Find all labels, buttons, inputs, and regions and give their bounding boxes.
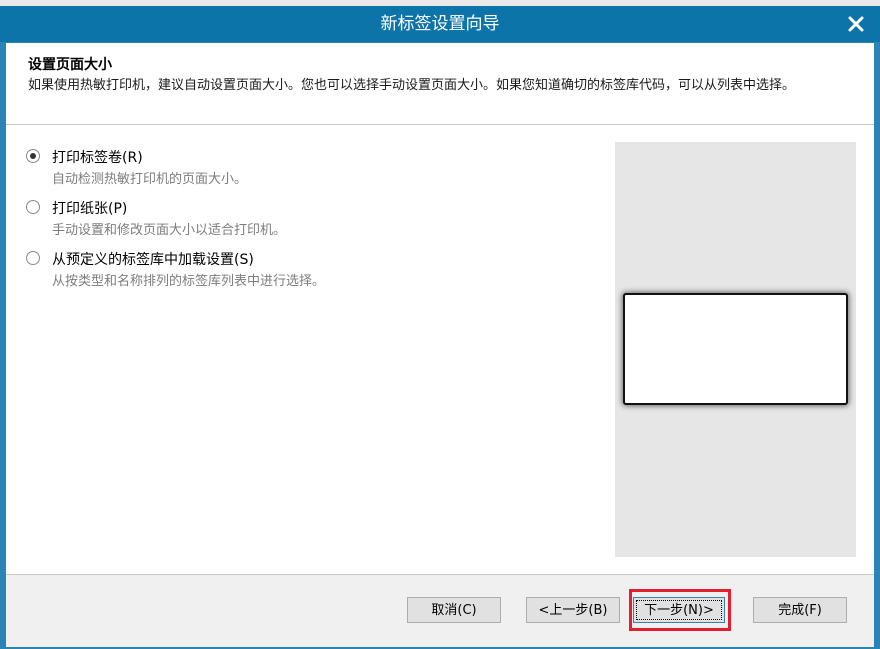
radio-print-paper[interactable] [26,200,40,214]
page-title: 设置页面大小 [28,57,112,73]
back-button[interactable]: <上一步(B) [526,597,620,623]
wizard-window: 新标签设置向导 设置页面大小 如果使用热敏打印机，建议自动设置页面大小。您也可以… [0,0,880,649]
title-bar[interactable]: 新标签设置向导 [0,6,880,42]
wizard-footer: 取消(C) <上一步(B) 下一步(N)> 完成(F) [6,575,874,647]
option-description: 自动检测热敏打印机的页面大小。 [52,172,248,187]
finish-button[interactable]: 完成(F) [753,597,847,623]
option-label: 从预定义的标签库中加载设置(S) [52,252,254,268]
dialog-title: 新标签设置向导 [380,14,500,34]
next-button-label: 下一步(N)> [644,603,714,618]
next-button[interactable]: 下一步(N)> [633,597,725,623]
radio-load-from-library[interactable] [26,251,40,265]
option-description: 从按类型和名称排列的标签库列表中进行选择。 [52,274,326,289]
close-icon [848,16,864,32]
wizard-header: 设置页面大小 如果使用热敏打印机，建议自动设置页面大小。您也可以选择手动设置页面… [6,43,874,125]
close-button[interactable] [844,12,868,36]
option-label: 打印标签卷(R) [52,150,143,166]
dialog-body: 设置页面大小 如果使用热敏打印机，建议自动设置页面大小。您也可以选择手动设置页面… [6,43,874,647]
label-preview-shape [623,293,848,405]
radio-print-label-roll[interactable] [26,149,40,163]
option-description: 手动设置和修改页面大小以适合打印机。 [52,223,287,238]
wizard-content: 打印标签卷(R) 自动检测热敏打印机的页面大小。 打印纸张(P) 手动设置和修改… [6,125,874,575]
label-preview-panel [615,142,856,557]
page-description: 如果使用热敏打印机，建议自动设置页面大小。您也可以选择手动设置页面大小。如果您知… [28,78,796,93]
option-label: 打印纸张(P) [52,201,128,217]
cancel-button[interactable]: 取消(C) [407,597,501,623]
